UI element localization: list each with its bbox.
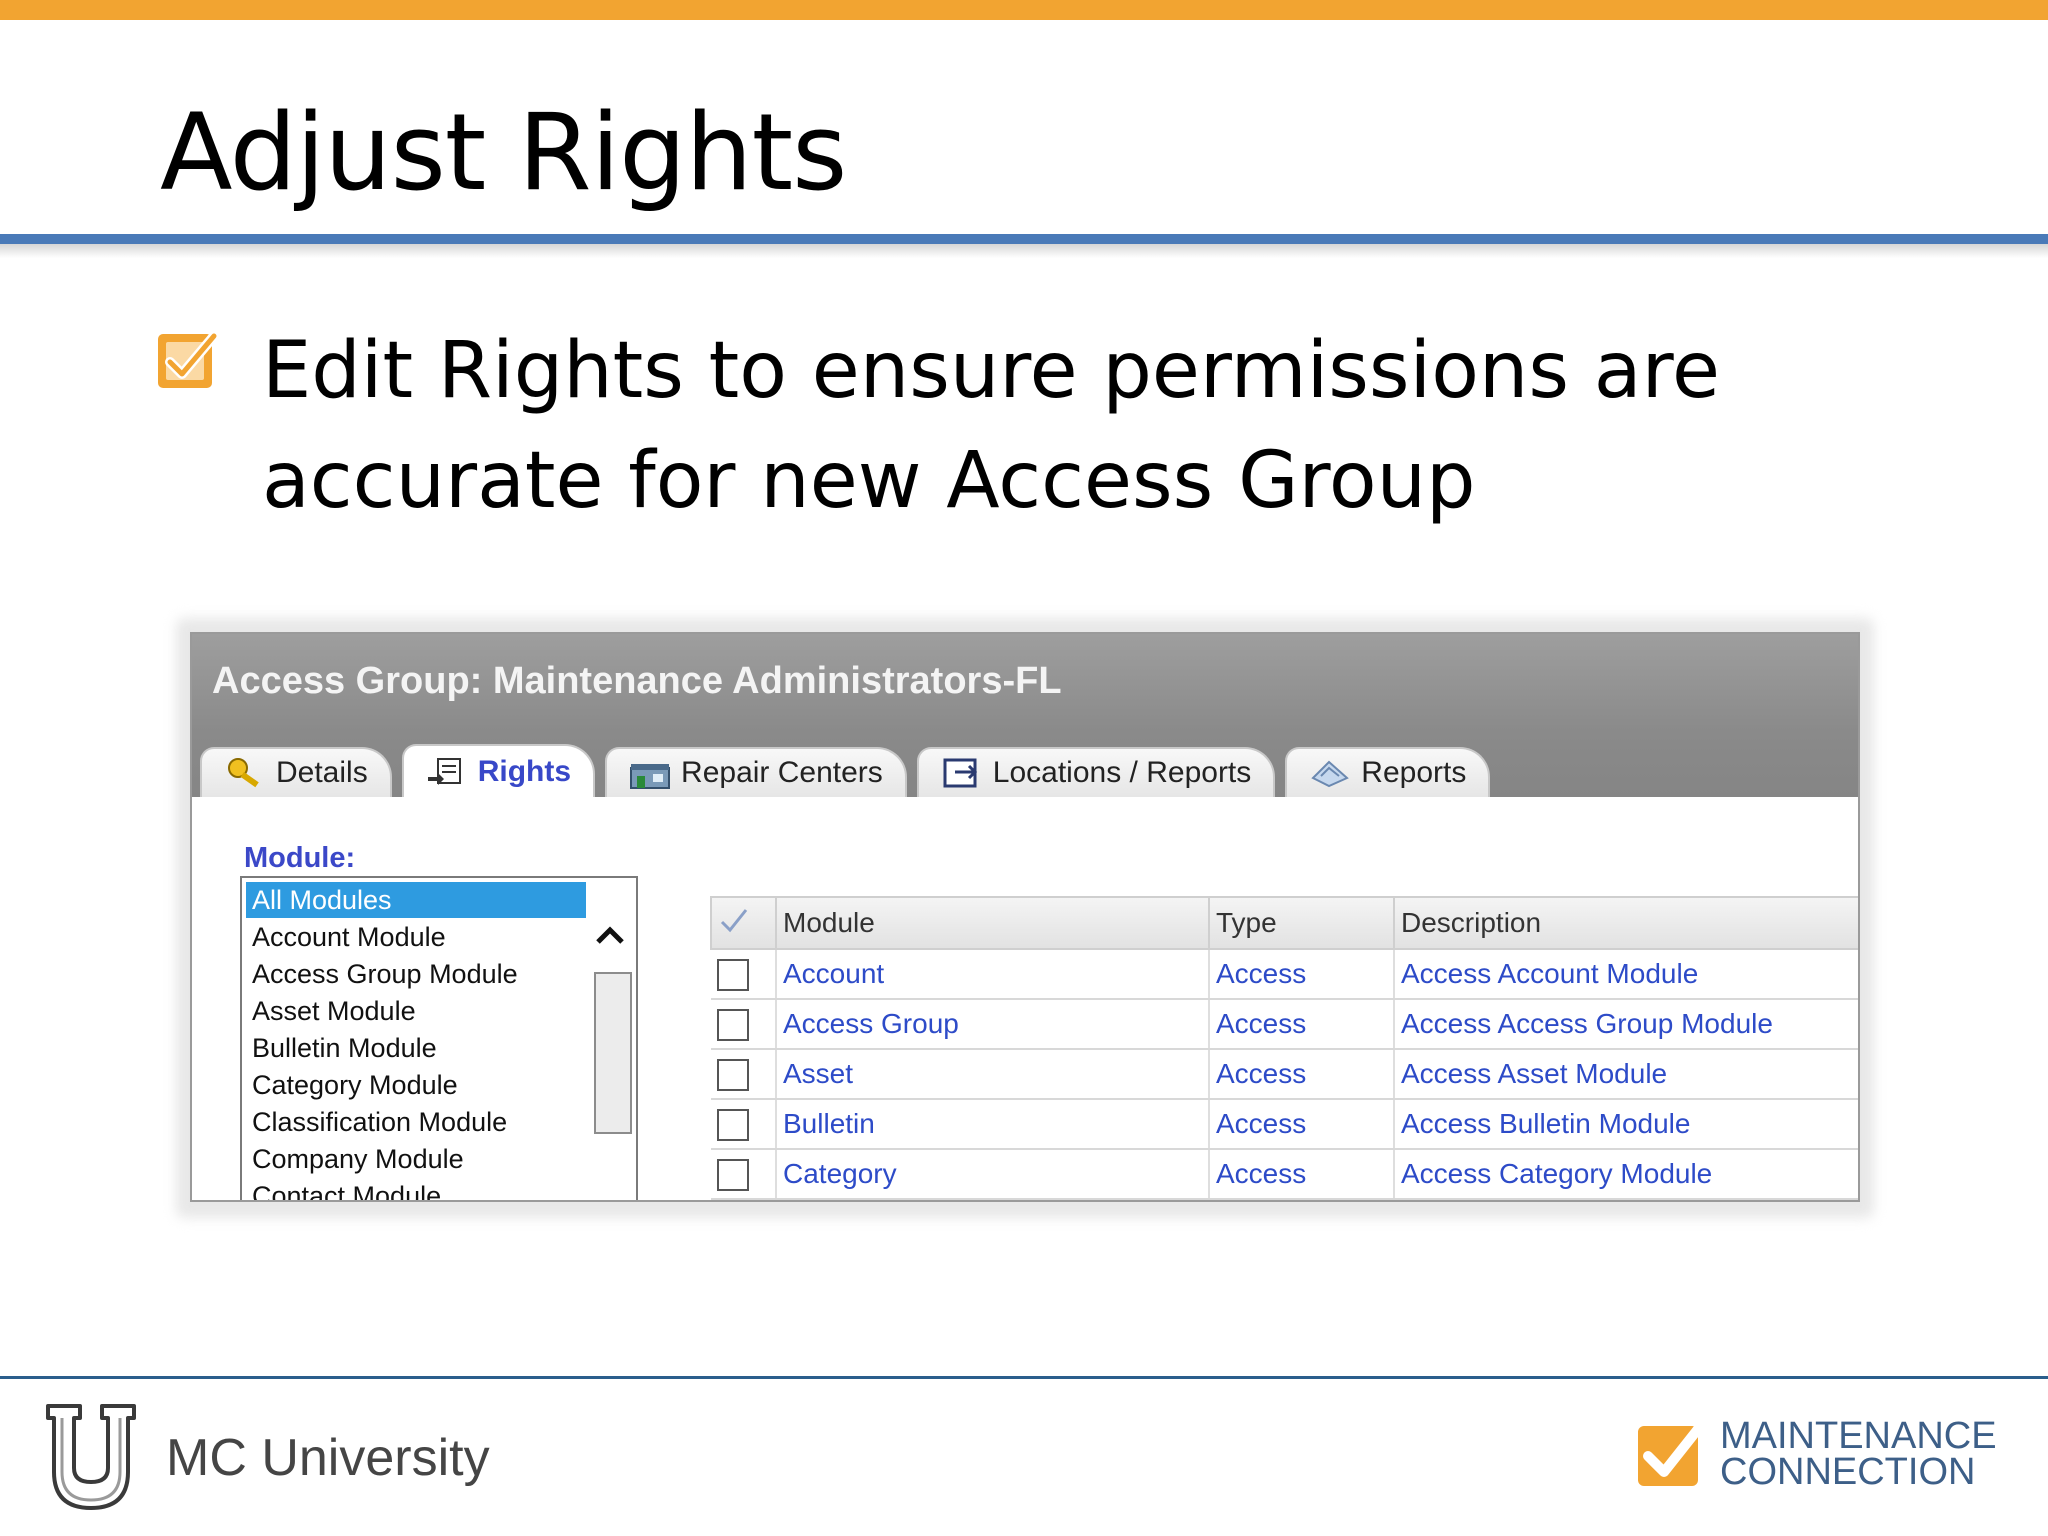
reports-icon [1311, 760, 1350, 788]
table-row: Account Access Access Account Module [711, 949, 1858, 1000]
row-checkbox-cell [711, 999, 777, 1050]
module-list-item[interactable]: Contact Module [246, 1178, 586, 1200]
rights-grid: Module Type Description Account Access A… [710, 896, 1858, 1200]
tab-details[interactable]: Details [200, 747, 392, 797]
table-row: Asset Access Access Asset Module [711, 1049, 1858, 1100]
tab-locations-reports[interactable]: Locations / Reports [916, 747, 1276, 797]
building-icon [630, 764, 671, 789]
module-list-item[interactable]: Access Group Module [246, 956, 586, 992]
module-list-item[interactable]: Category Module [246, 1067, 586, 1103]
module-list-item[interactable]: Company Module [246, 1141, 586, 1177]
tab-label: Details [276, 756, 368, 789]
module-list-item[interactable]: Asset Module [246, 993, 586, 1029]
window-title: Access Group: Maintenance Administrators… [212, 660, 1062, 702]
tab-label: Locations / Reports [992, 756, 1252, 789]
rights-icon [427, 757, 461, 785]
key-search-icon [228, 758, 259, 788]
row-checkbox[interactable] [717, 958, 749, 991]
scroll-up-arrow-icon[interactable] [590, 920, 630, 950]
row-checkbox[interactable] [717, 1158, 749, 1191]
row-checkbox-cell [711, 1149, 777, 1200]
table-row: Bulletin Access Access Bulletin Module [711, 1099, 1858, 1150]
module-cell[interactable]: Asset [776, 1049, 1210, 1100]
type-cell[interactable]: Access [1209, 949, 1395, 1000]
check-header-icon [720, 908, 748, 932]
description-cell[interactable]: Access Access Group Module [1394, 999, 1858, 1050]
footer-divider [0, 1376, 2048, 1379]
tab-label: Repair Centers [681, 756, 883, 789]
university-u-logo-icon [46, 1404, 136, 1510]
location-icon [943, 758, 977, 788]
column-header-module[interactable]: Module [775, 896, 1210, 950]
type-cell[interactable]: Access [1209, 1149, 1395, 1200]
row-checkbox-cell [711, 1099, 777, 1150]
bullet-text: Edit Rights to ensure permissions are ac… [262, 326, 1720, 526]
footer-university-name: MC University [166, 1429, 490, 1487]
module-cell[interactable]: Bulletin [776, 1099, 1210, 1150]
top-accent-bar [0, 0, 2048, 20]
description-cell[interactable]: Access Asset Module [1394, 1049, 1858, 1100]
tab-reports[interactable]: Reports [1285, 747, 1491, 797]
window-header: Access Group: Maintenance Administrators… [192, 634, 1858, 797]
row-checkbox[interactable] [717, 1108, 749, 1141]
table-row: Category Access Access Category Module [711, 1149, 1858, 1200]
tab-bar: Details Rights Repair Centers Locations … [200, 744, 1500, 797]
description-cell[interactable]: Access Bulletin Module [1394, 1099, 1858, 1150]
brand-line-2: CONNECTION [1720, 1451, 1976, 1493]
module-list-item[interactable]: Account Module [246, 919, 586, 955]
module-cell[interactable]: Category [776, 1149, 1210, 1200]
type-cell[interactable]: Access [1209, 1049, 1395, 1100]
column-header-description[interactable]: Description [1393, 896, 1858, 950]
module-list-item-selected[interactable]: All Modules [246, 882, 586, 918]
access-group-screenshot: Access Group: Maintenance Administrators… [190, 632, 1860, 1202]
description-cell[interactable]: Access Account Module [1394, 949, 1858, 1000]
checkbox-bullet-icon [158, 331, 219, 388]
row-checkbox[interactable] [717, 1008, 749, 1041]
row-checkbox-cell [711, 1049, 777, 1100]
select-all-header[interactable] [710, 896, 777, 950]
module-cell[interactable]: Account [776, 949, 1210, 1000]
tab-rights[interactable]: Rights [401, 744, 596, 797]
maintenance-connection-logo-icon [1638, 1419, 1706, 1486]
module-list[interactable]: All Modules Account Module Access Group … [240, 876, 638, 1200]
description-cell[interactable]: Access Category Module [1394, 1149, 1858, 1200]
tab-repair-centers[interactable]: Repair Centers [605, 747, 907, 797]
row-checkbox-cell [711, 949, 777, 1000]
brand-name: MAINTENANCE CONNECTION [1720, 1415, 1997, 1493]
table-row: Access Group Access Access Access Group … [711, 999, 1858, 1050]
row-checkbox[interactable] [717, 1058, 749, 1091]
title-divider-shadow [0, 244, 2048, 258]
scrollbar-thumb[interactable] [594, 972, 632, 1134]
tab-label: Reports [1361, 756, 1467, 789]
brand-line-1: MAINTENANCE [1720, 1415, 1997, 1457]
type-cell[interactable]: Access [1209, 999, 1395, 1050]
tab-label: Rights [477, 754, 572, 788]
module-list-item[interactable]: Classification Module [246, 1104, 586, 1140]
type-cell[interactable]: Access [1209, 1099, 1395, 1150]
module-label: Module: [244, 842, 356, 874]
module-list-item[interactable]: Bulletin Module [246, 1030, 586, 1066]
slide-title: Adjust Rights [160, 91, 847, 214]
title-divider [0, 234, 2048, 244]
column-header-type[interactable]: Type [1208, 896, 1395, 950]
module-cell[interactable]: Access Group [776, 999, 1210, 1050]
